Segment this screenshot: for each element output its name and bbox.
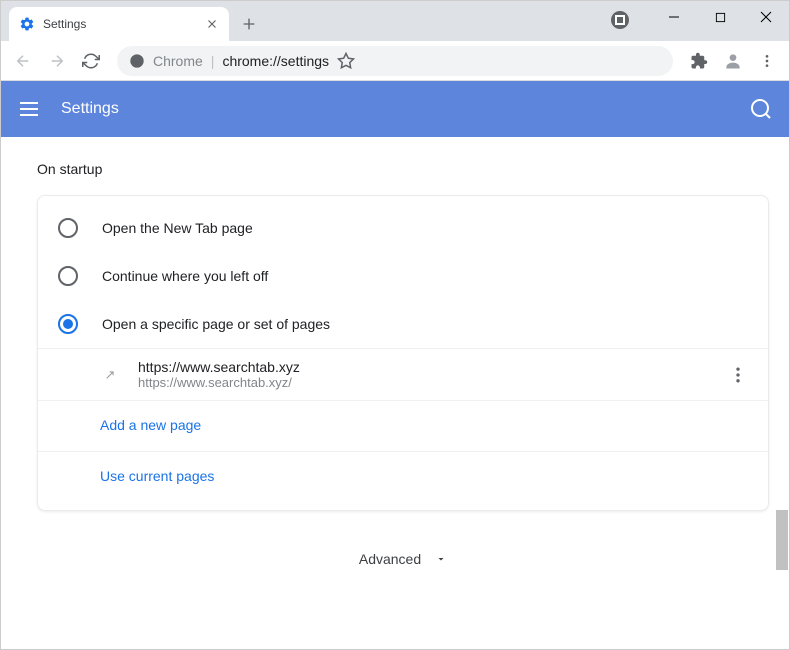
search-icon[interactable]	[749, 97, 773, 121]
browser-toolbar: Chrome|chrome://settings	[1, 41, 789, 81]
forward-button[interactable]	[43, 47, 71, 75]
close-icon[interactable]	[205, 17, 219, 31]
settings-header: Settings	[1, 81, 789, 137]
advanced-toggle[interactable]: Advanced	[37, 511, 769, 567]
menu-icon[interactable]	[753, 47, 781, 75]
add-page-row[interactable]: Add a new page	[38, 400, 768, 451]
extensions-icon[interactable]	[685, 47, 713, 75]
settings-content: 🔍prisk.com On startup Open the New Tab p…	[1, 137, 789, 649]
reload-button[interactable]	[77, 47, 105, 75]
gear-icon	[19, 16, 35, 32]
use-current-link[interactable]: Use current pages	[100, 468, 214, 484]
profile-icon[interactable]	[719, 47, 747, 75]
radio-icon	[58, 266, 78, 286]
page-favicon: ↗	[100, 365, 120, 385]
browser-titlebar: Settings	[1, 1, 789, 41]
more-icon[interactable]	[728, 365, 748, 385]
chevron-down-icon	[435, 553, 447, 565]
window-close-button[interactable]	[743, 1, 789, 33]
new-tab-button[interactable]	[235, 10, 263, 38]
scrollbar-thumb[interactable]	[776, 510, 788, 570]
add-page-link[interactable]: Add a new page	[100, 417, 201, 433]
address-bar[interactable]: Chrome|chrome://settings	[117, 46, 673, 76]
page-entry-title: https://www.searchtab.xyz	[138, 359, 710, 375]
page-entry-url: https://www.searchtab.xyz/	[138, 375, 710, 390]
radio-label: Open the New Tab page	[102, 220, 253, 236]
hamburger-icon[interactable]	[17, 97, 41, 121]
browser-tab[interactable]: Settings	[9, 7, 229, 41]
section-title: On startup	[37, 161, 769, 177]
maximize-button[interactable]	[697, 1, 743, 33]
chrome-icon	[129, 53, 145, 69]
startup-page-entry: ↗ https://www.searchtab.xyz https://www.…	[38, 348, 768, 400]
radio-label: Continue where you left off	[102, 268, 268, 284]
bookmark-icon[interactable]	[337, 52, 355, 70]
use-current-row[interactable]: Use current pages	[38, 451, 768, 502]
radio-label: Open a specific page or set of pages	[102, 316, 330, 332]
radio-icon	[58, 314, 78, 334]
page-title: Settings	[61, 100, 729, 118]
startup-card: Open the New Tab page Continue where you…	[37, 195, 769, 511]
radio-continue[interactable]: Continue where you left off	[38, 252, 768, 300]
minimize-button[interactable]	[651, 1, 697, 33]
address-text: Chrome|chrome://settings	[153, 53, 329, 69]
radio-specific[interactable]: Open a specific page or set of pages	[38, 300, 768, 348]
media-indicator-icon[interactable]	[611, 11, 629, 29]
radio-newtab[interactable]: Open the New Tab page	[38, 204, 768, 252]
back-button[interactable]	[9, 47, 37, 75]
radio-icon	[58, 218, 78, 238]
tab-title: Settings	[43, 17, 197, 31]
